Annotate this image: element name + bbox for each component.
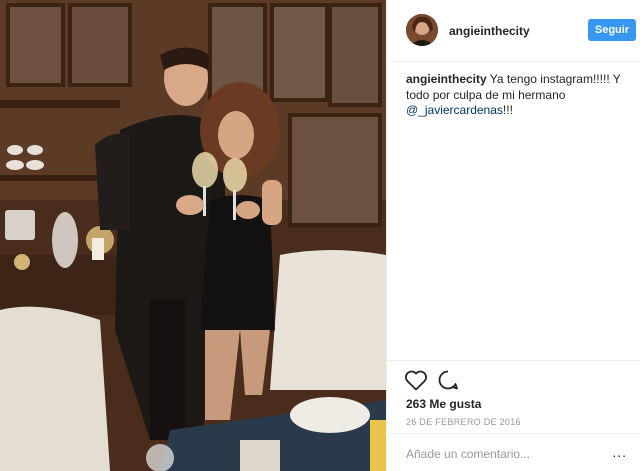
header-username[interactable]: angieinthecity bbox=[449, 24, 530, 38]
caption-username[interactable]: angieinthecity bbox=[406, 72, 487, 86]
post-side-panel: angieinthecity Seguir angieinthecity Ya … bbox=[386, 0, 640, 471]
heart-icon[interactable] bbox=[404, 369, 428, 391]
post-actions: 263 Me gusta 26 DE FEBRERO DE 2016 ... bbox=[387, 360, 640, 470]
likes-count[interactable]: 263 Me gusta bbox=[406, 397, 481, 411]
comment-icon[interactable] bbox=[437, 369, 459, 391]
caption-text-end: !!! bbox=[502, 103, 513, 117]
post-date: 26 DE FEBRERO DE 2016 bbox=[406, 417, 521, 427]
follow-button[interactable]: Seguir bbox=[588, 19, 636, 41]
avatar[interactable] bbox=[406, 14, 438, 46]
post-photo[interactable] bbox=[0, 0, 386, 471]
post-caption: angieinthecity Ya tengo instagram!!!!! Y… bbox=[406, 72, 634, 119]
avatar-image bbox=[406, 14, 438, 46]
post-header: angieinthecity Seguir bbox=[387, 0, 640, 62]
post-image bbox=[0, 0, 386, 471]
comment-input[interactable] bbox=[406, 444, 621, 464]
comment-box: ... bbox=[387, 433, 640, 471]
caption-mention[interactable]: @_javiercardenas bbox=[406, 103, 503, 117]
more-options-icon[interactable]: ... bbox=[612, 444, 627, 460]
